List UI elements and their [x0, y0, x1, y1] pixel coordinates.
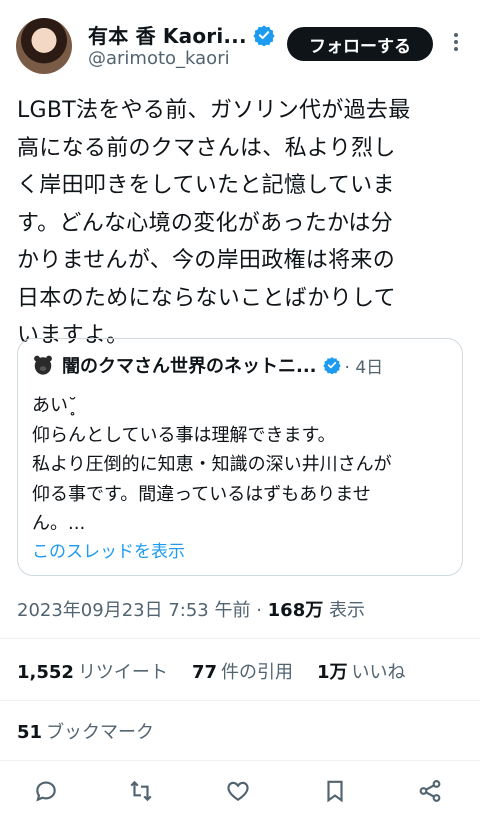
divider [0, 760, 480, 761]
likes-stat[interactable]: 1万 いいね [317, 658, 406, 684]
quoted-tweet-text: あい˘̥ 仰らんとしている事は理解できます。 私より圧倒的に知恵・知識の深い井川… [32, 395, 392, 534]
show-thread-link[interactable]: このスレッドを表示 [32, 537, 185, 562]
quoted-tweet-header: 闇のクマさん世界のネットニ... · 4日 [32, 352, 383, 378]
views-count: 168万 [267, 600, 324, 621]
tweet-timestamp[interactable]: 2023年09月23日 7:53 午前 · [17, 600, 268, 621]
divider [0, 638, 480, 639]
retweets-label: リツイート [77, 662, 168, 683]
avatar[interactable] [16, 18, 72, 74]
engagement-stats: 1,552 リツイート 77 件の引用 1万 いいね [17, 658, 430, 684]
bookmark-icon[interactable] [322, 778, 352, 808]
quotes-count: 77 [191, 662, 217, 683]
tweet-meta: 2023年09月23日 7:53 午前 · 168万 表示 [17, 596, 365, 622]
retweets-count: 1,552 [17, 662, 74, 683]
quoted-tweet-time: · 4日 [344, 357, 384, 378]
tweet-header: 有本 香 Kaori... @arimoto_kaori フォローする [0, 0, 480, 90]
author-handle[interactable]: @arimoto_kaori [88, 48, 230, 69]
quotes-stat[interactable]: 77 件の引用 [192, 658, 293, 684]
verified-badge-icon [253, 24, 275, 46]
bookmarks-count: 51 [17, 722, 43, 743]
author-name-row[interactable]: 有本 香 Kaori... [88, 20, 275, 49]
retweet-icon[interactable] [128, 778, 158, 808]
bookmarks-stat[interactable]: 51 ブックマーク [17, 718, 154, 744]
views-label: 表示 [323, 600, 365, 621]
likes-label: いいね [351, 662, 406, 683]
action-bar [0, 772, 480, 812]
follow-button[interactable]: フォローする [287, 27, 433, 61]
retweets-stat[interactable]: 1,552 リツイート [17, 658, 168, 684]
quotes-label: 件の引用 [221, 662, 293, 683]
bookmarks-label: ブックマーク [46, 722, 155, 743]
tweet-text: LGBT法をやる前、ガソリン代が過去最 高になる前のクマさんは、私より烈し く岸… [17, 98, 411, 348]
heart-icon[interactable] [225, 778, 255, 808]
author-display-name[interactable]: 有本 香 Kaori... [88, 20, 247, 49]
bear-emoji-icon [34, 355, 52, 375]
more-vertical-icon[interactable] [446, 30, 466, 56]
quoted-author-name: 闇のクマさん世界のネットニ... [62, 356, 317, 377]
divider [0, 700, 480, 701]
verified-badge-icon [322, 357, 341, 374]
quoted-tweet-card[interactable]: 闇のクマさん世界のネットニ... · 4日 あい˘̥ 仰らんとしている事は理解で… [17, 338, 463, 576]
share-icon[interactable] [417, 778, 447, 808]
reply-icon[interactable] [33, 778, 63, 808]
likes-count: 1万 [317, 662, 348, 683]
